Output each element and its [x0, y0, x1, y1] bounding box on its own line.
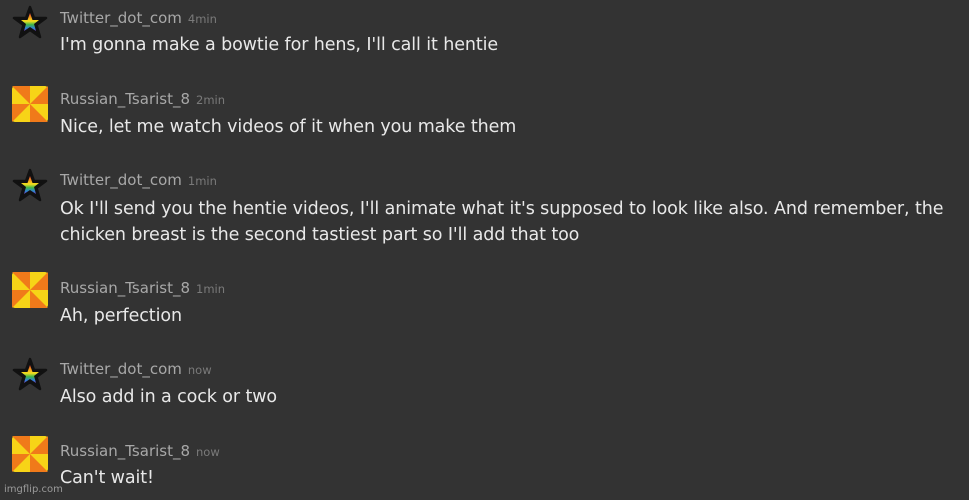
imgflip-watermark: imgflip.com — [4, 484, 63, 495]
avatar[interactable] — [12, 436, 48, 472]
message-header: Russian_Tsarist_8 2min — [60, 90, 225, 109]
pinwheel-icon — [12, 272, 48, 308]
timestamp: 2min — [196, 93, 226, 107]
message-header: Twitter_dot_com 4min — [60, 9, 217, 28]
message-text: Ok I'll send you the hentie videos, I'll… — [60, 199, 944, 245]
message-text: I'm gonna make a bowtie for hens, I'll c… — [60, 35, 499, 55]
message-header: Russian_Tsarist_8 1min — [60, 279, 225, 298]
message-text: Ah, perfection — [60, 306, 182, 326]
timestamp: 4min — [187, 12, 217, 26]
avatar[interactable] — [12, 167, 48, 203]
message-header: Twitter_dot_com 1min — [60, 171, 217, 190]
timestamp: now — [187, 363, 212, 377]
username[interactable]: Twitter_dot_com — [60, 9, 182, 27]
pinwheel-icon — [12, 86, 48, 122]
message-text: Also add in a cock or two — [60, 387, 278, 407]
message-header: Russian_Tsarist_8 now — [60, 442, 220, 461]
message-text: Can't wait! — [60, 468, 154, 488]
username[interactable]: Russian_Tsarist_8 — [60, 90, 190, 108]
pinwheel-icon — [12, 436, 48, 472]
username[interactable]: Twitter_dot_com — [60, 360, 182, 378]
username[interactable]: Russian_Tsarist_8 — [60, 279, 190, 297]
message-text: Nice, let me watch videos of it when you… — [60, 117, 517, 137]
rainbow-star-icon — [12, 5, 48, 39]
timestamp: now — [196, 445, 220, 459]
rainbow-star-icon — [12, 168, 48, 202]
timestamp: 1min — [196, 282, 226, 296]
timestamp: 1min — [187, 174, 217, 188]
avatar[interactable] — [12, 272, 48, 308]
avatar[interactable] — [12, 356, 48, 392]
username[interactable]: Twitter_dot_com — [60, 171, 182, 189]
avatar[interactable] — [12, 4, 48, 40]
message-header: Twitter_dot_com now — [60, 360, 212, 379]
rainbow-star-icon — [12, 357, 48, 391]
username[interactable]: Russian_Tsarist_8 — [60, 442, 190, 460]
avatar[interactable] — [12, 86, 48, 122]
